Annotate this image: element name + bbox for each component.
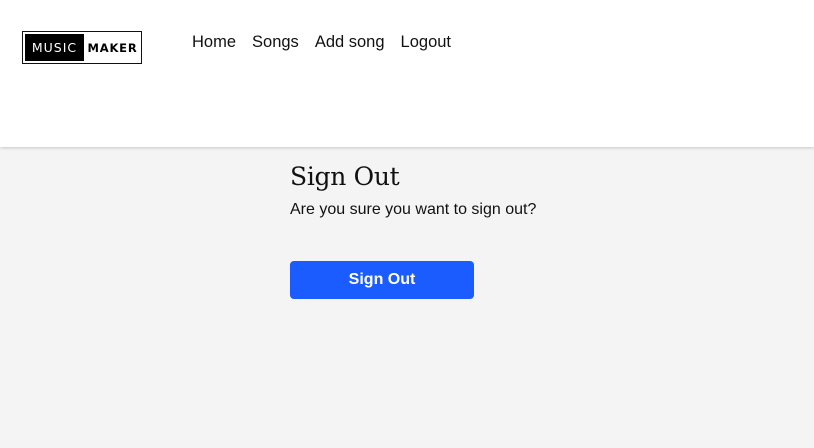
site-header: MUSIC MAKER Home Songs Add song Logout <box>0 0 814 147</box>
main-nav: Home Songs Add song Logout <box>192 33 451 52</box>
nav-link-add-song[interactable]: Add song <box>315 33 385 52</box>
nav-link-logout[interactable]: Logout <box>401 33 451 52</box>
sign-out-button[interactable]: Sign Out <box>290 261 474 299</box>
signout-panel: Sign Out Are you sure you want to sign o… <box>290 162 590 299</box>
nav-link-home[interactable]: Home <box>192 33 236 52</box>
confirmation-message: Are you sure you want to sign out? <box>290 201 537 218</box>
logo-text-music: MUSIC <box>25 34 84 61</box>
music-maker-logo[interactable]: MUSIC MAKER <box>22 31 142 64</box>
nav-link-songs[interactable]: Songs <box>252 33 299 52</box>
logo-text-maker: MAKER <box>87 40 138 55</box>
page-title: Sign Out <box>290 162 400 191</box>
